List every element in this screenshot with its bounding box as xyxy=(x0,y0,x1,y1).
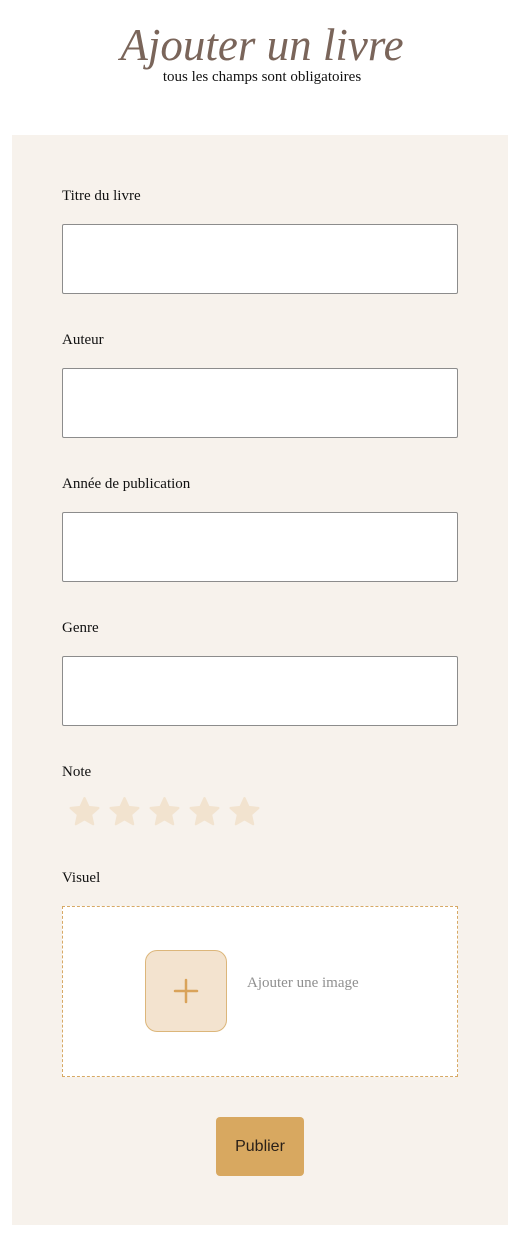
plus-icon xyxy=(173,978,199,1004)
year-input[interactable] xyxy=(62,512,458,582)
image-upload-zone[interactable]: Ajouter une image xyxy=(62,906,458,1077)
add-book-form: Titre du livre Auteur Année de publicati… xyxy=(12,135,508,1225)
star-rating xyxy=(67,795,262,829)
title-input[interactable] xyxy=(62,224,458,294)
year-field-label: Année de publication xyxy=(62,476,191,492)
author-input[interactable] xyxy=(62,368,458,438)
add-image-button[interactable] xyxy=(145,950,227,1032)
star-icon[interactable] xyxy=(227,795,262,829)
rating-label: Note xyxy=(62,764,92,780)
title-field-label: Titre du livre xyxy=(62,188,141,204)
star-icon[interactable] xyxy=(107,795,142,829)
genre-input[interactable] xyxy=(62,656,458,726)
genre-field-label: Genre xyxy=(62,620,99,636)
publish-button[interactable]: Publier xyxy=(216,1117,304,1176)
add-image-text: Ajouter une image xyxy=(247,975,359,991)
star-icon[interactable] xyxy=(147,795,182,829)
star-icon[interactable] xyxy=(67,795,102,829)
author-field-label: Auteur xyxy=(62,332,104,348)
page-title: Ajouter un livre xyxy=(120,20,404,70)
visual-label: Visuel xyxy=(62,870,101,886)
page-subtitle: tous les champs sont obligatoires xyxy=(162,69,362,85)
star-icon[interactable] xyxy=(187,795,222,829)
